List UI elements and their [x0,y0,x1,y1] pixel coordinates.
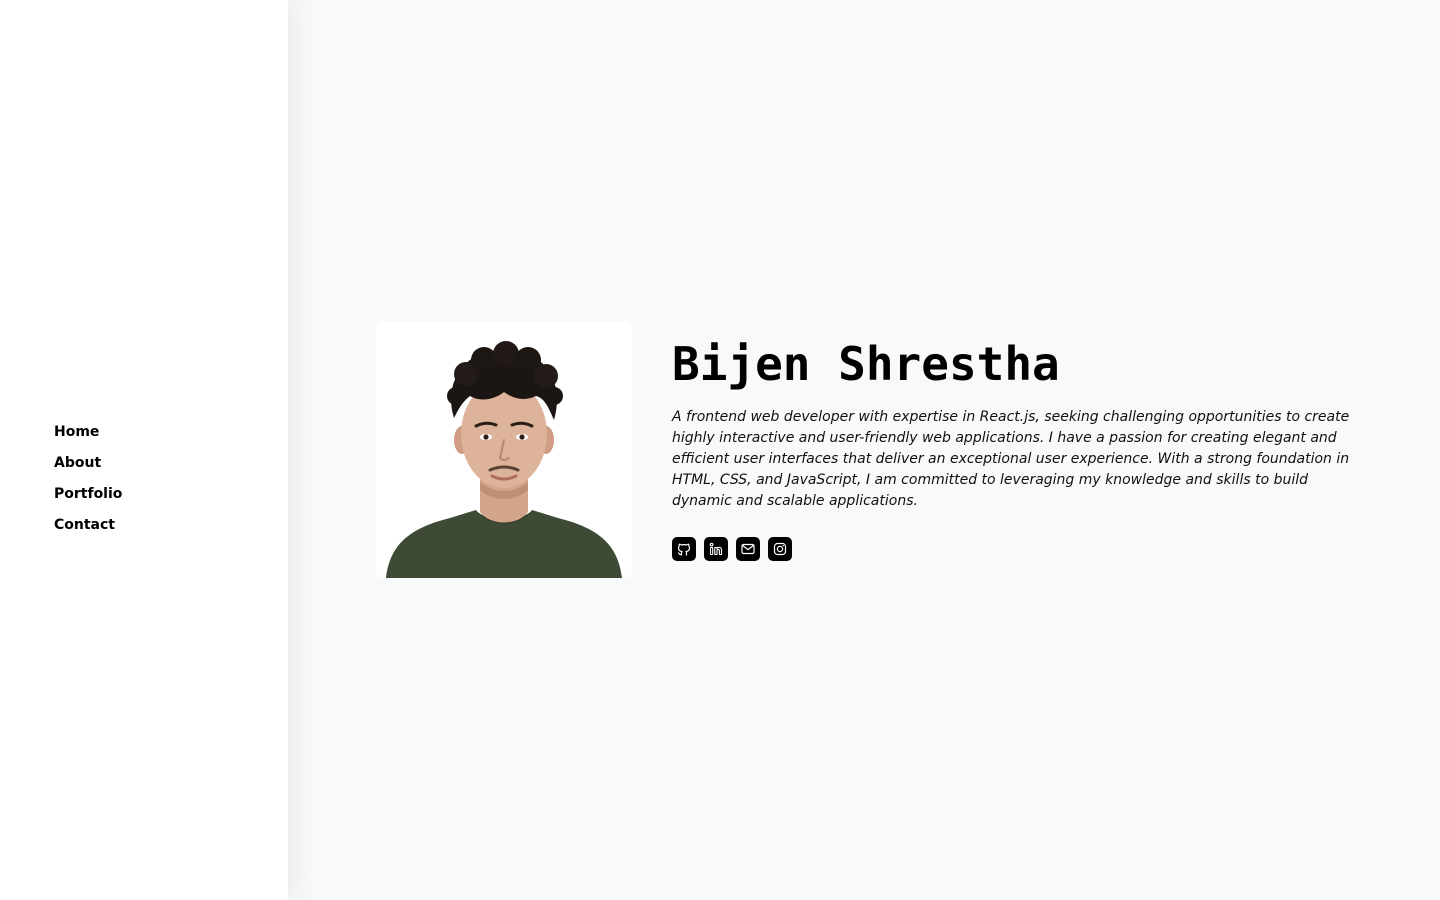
linkedin-icon [709,542,723,556]
mail-icon [741,543,755,555]
sidebar: Home About Portfolio Contact [0,0,288,900]
instagram-icon [773,542,787,556]
github-icon [677,543,691,556]
nav-item-about: About [54,453,122,484]
social-links [672,537,792,561]
nav-item-portfolio: Portfolio [54,484,122,515]
nav-link-portfolio[interactable]: Portfolio [54,486,122,502]
portrait-illustration [376,322,632,578]
profile-name: Bijen Shrestha [672,337,1060,391]
nav-link-about[interactable]: About [54,455,101,471]
profile-photo [376,322,632,578]
linkedin-link[interactable] [704,537,728,561]
nav-link-home[interactable]: Home [54,424,99,440]
nav-link-contact[interactable]: Contact [54,517,115,533]
instagram-link[interactable] [768,537,792,561]
profile-bio: A frontend web developer with expertise … [672,409,1350,509]
page: Home About Portfolio Contact Bijen Shres… [0,0,1440,900]
github-link[interactable] [672,537,696,561]
nav-item-contact: Contact [54,515,122,546]
nav-item-home: Home [54,422,122,453]
sidebar-nav: Home About Portfolio Contact [54,422,122,546]
main-content: Bijen Shrestha A frontend web developer … [288,0,1440,900]
email-link[interactable] [736,537,760,561]
